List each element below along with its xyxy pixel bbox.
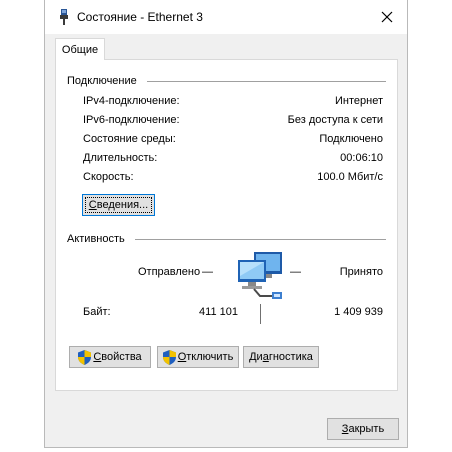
general-panel: Подключение IPv4-подключение: Интернет I… <box>55 59 398 391</box>
diagnose-button[interactable]: Ди а гностика <box>243 346 319 368</box>
ipv6-value: Без доступа к сети <box>287 114 383 126</box>
sent-dash: — <box>202 266 213 278</box>
diagnose-prefix: Ди <box>249 351 263 363</box>
tab-general-label: Общие <box>61 43 99 56</box>
disable-mnemonic: О <box>177 351 187 363</box>
activity-divider <box>135 239 386 240</box>
received-dash: — <box>290 266 301 278</box>
close-mnemonic: З <box>341 423 349 435</box>
window-title: Состояние - Ethernet 3 <box>77 10 203 24</box>
details-mnemonic: С <box>88 199 97 211</box>
diagnose-label: гностика <box>268 351 313 363</box>
bytes-label: Байт: <box>83 306 111 318</box>
received-label: Принято <box>339 266 383 278</box>
bytes-sent-value: 411 101 <box>199 306 238 318</box>
duration-value: 00:06:10 <box>340 152 383 164</box>
bytes-received-value: 1 409 939 <box>334 306 383 318</box>
ethernet-icon <box>60 9 68 25</box>
ipv4-value: Интернет <box>335 95 383 107</box>
connection-divider <box>147 81 386 82</box>
properties-button[interactable]: Свойства <box>69 346 151 368</box>
close-icon <box>381 11 393 23</box>
connection-heading: Подключение <box>67 75 137 87</box>
speed-value: 100.0 Мбит/с <box>317 171 383 183</box>
ipv6-label: IPv6-подключение: <box>83 114 180 126</box>
details-label: ведения... <box>96 199 149 211</box>
uac-shield-icon <box>78 349 92 365</box>
close-label: акрыть <box>348 423 385 435</box>
details-button[interactable]: Сведения... <box>82 194 155 216</box>
title-bar[interactable]: Состояние - Ethernet 3 <box>45 0 407 34</box>
ipv4-label: IPv4-подключение: <box>83 95 180 107</box>
duration-label: Длительность: <box>83 152 158 164</box>
disable-button[interactable]: Отключить <box>157 346 239 368</box>
title-close-button[interactable] <box>367 0 407 34</box>
uac-shield-icon <box>162 349 176 365</box>
sent-label: Отправлено <box>138 266 201 278</box>
tab-general[interactable]: Общие <box>55 38 105 60</box>
speed-label: Скорость: <box>83 171 134 183</box>
network-computers-icon <box>238 252 282 299</box>
properties-mnemonic: С <box>93 351 102 363</box>
properties-label: войства <box>101 351 142 363</box>
status-dialog: Состояние - Ethernet 3 Общие Подключение… <box>44 0 408 448</box>
disable-label: тключить <box>186 351 234 363</box>
media-state-value: Подключено <box>319 133 383 145</box>
media-state-label: Состояние среды: <box>83 133 176 145</box>
bytes-separator <box>260 304 261 324</box>
activity-heading: Активность <box>67 233 125 245</box>
close-button[interactable]: Закрыть <box>327 418 399 440</box>
